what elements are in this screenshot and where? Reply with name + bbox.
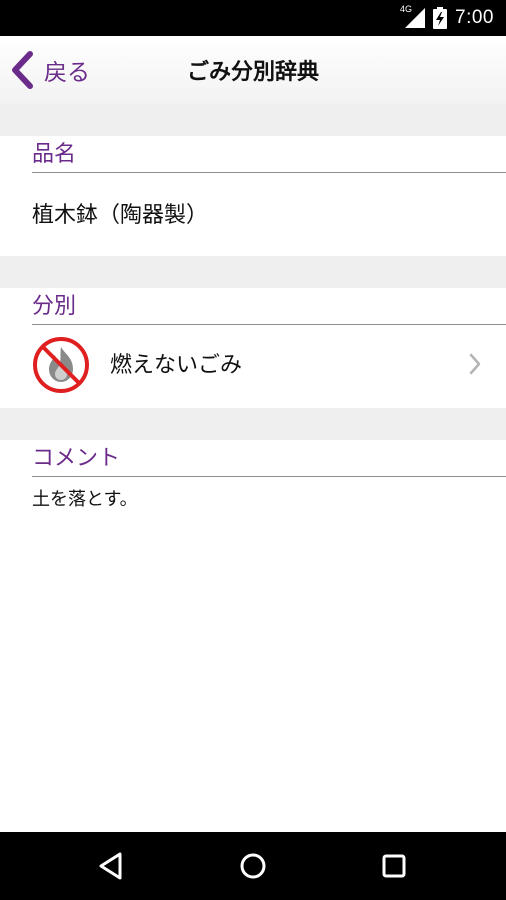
back-button[interactable]: 戻る: [10, 50, 90, 90]
section-gap: [0, 256, 506, 288]
clock: 7:00: [455, 7, 494, 28]
comment-value: 土を落とす。: [32, 489, 138, 510]
chevron-right-icon: [469, 353, 481, 375]
network-type: 4G: [400, 4, 413, 14]
back-button-label: 戻る: [44, 60, 90, 86]
home-circle-icon[interactable]: [233, 846, 273, 886]
category-heading: 分別: [32, 288, 506, 325]
navigation-bar: 戻る ごみ分別辞典: [0, 36, 506, 104]
system-navigation-bar: [0, 832, 506, 900]
recents-square-icon[interactable]: [374, 846, 414, 886]
signal-icon: 4G: [400, 4, 426, 28]
no-burn-icon: [33, 337, 89, 393]
comment-heading: コメント: [32, 440, 506, 477]
section-gap: [0, 104, 506, 136]
chevron-left-icon: [12, 51, 33, 89]
category-value: 燃えないごみ: [110, 353, 243, 378]
section-gap: [0, 408, 506, 440]
status-icons: 4G 7:00: [400, 0, 494, 36]
category-row[interactable]: 燃えないごみ: [0, 324, 506, 408]
item-name-value: 植木鉢（陶器製）: [32, 203, 209, 228]
item-name-heading: 品名: [32, 136, 506, 173]
battery-icon: [433, 7, 448, 29]
back-triangle-icon[interactable]: [92, 846, 132, 886]
status-bar: 4G 7:00: [0, 0, 506, 36]
